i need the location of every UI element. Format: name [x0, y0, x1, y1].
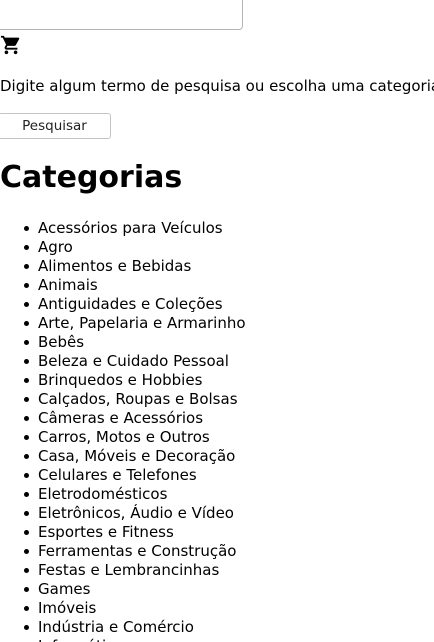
search-hint-text: Digite algum termo de pesquisa ou escolh… — [0, 77, 434, 95]
category-item[interactable]: Agro — [24, 238, 246, 257]
category-item[interactable]: Arte, Papelaria e Armarinho — [24, 314, 246, 333]
category-item[interactable]: Antiguidades e Coleções — [24, 295, 246, 314]
category-item[interactable]: Eletrônicos, Áudio e Vídeo — [24, 504, 246, 523]
category-item[interactable]: Indústria e Comércio — [24, 618, 246, 637]
category-item[interactable]: Ferramentas e Construção — [24, 542, 246, 561]
category-item[interactable]: Acessórios para Veículos — [24, 219, 246, 238]
category-item[interactable]: Celulares e Telefones — [24, 466, 246, 485]
category-item[interactable]: Informática — [38, 637, 246, 642]
category-item[interactable]: Esportes e Fitness — [24, 523, 246, 542]
category-item[interactable]: Calçados, Roupas e Bolsas — [24, 390, 246, 409]
category-item[interactable]: Alimentos e Bebidas — [24, 257, 246, 276]
category-item[interactable]: Câmeras e Acessórios — [24, 409, 246, 428]
categories-heading: Categorias — [0, 160, 183, 195]
category-item[interactable]: Brinquedos e Hobbies — [24, 371, 246, 390]
search-button[interactable]: Pesquisar — [0, 113, 111, 139]
categories-list: Acessórios para Veículos Agro Alimentos e … — [0, 219, 246, 642]
search-input[interactable] — [0, 0, 243, 30]
category-item[interactable]: Bebês — [24, 333, 246, 352]
category-item[interactable]: Imóveis — [24, 599, 246, 618]
category-item[interactable]: Games — [24, 580, 246, 599]
category-item[interactable]: Festas e Lembrancinhas — [24, 561, 246, 580]
category-item[interactable]: Eletrodomésticos — [24, 485, 246, 504]
page: Digite algum termo de pesquisa ou escolh… — [0, 0, 434, 642]
shopping-cart-icon[interactable] — [0, 34, 22, 56]
category-item[interactable]: Carros, Motos e Outros — [24, 428, 246, 447]
category-item[interactable]: Animais — [24, 276, 246, 295]
category-item[interactable]: Beleza e Cuidado Pessoal — [24, 352, 246, 371]
category-item[interactable]: Casa, Móveis e Decoração — [24, 447, 246, 466]
